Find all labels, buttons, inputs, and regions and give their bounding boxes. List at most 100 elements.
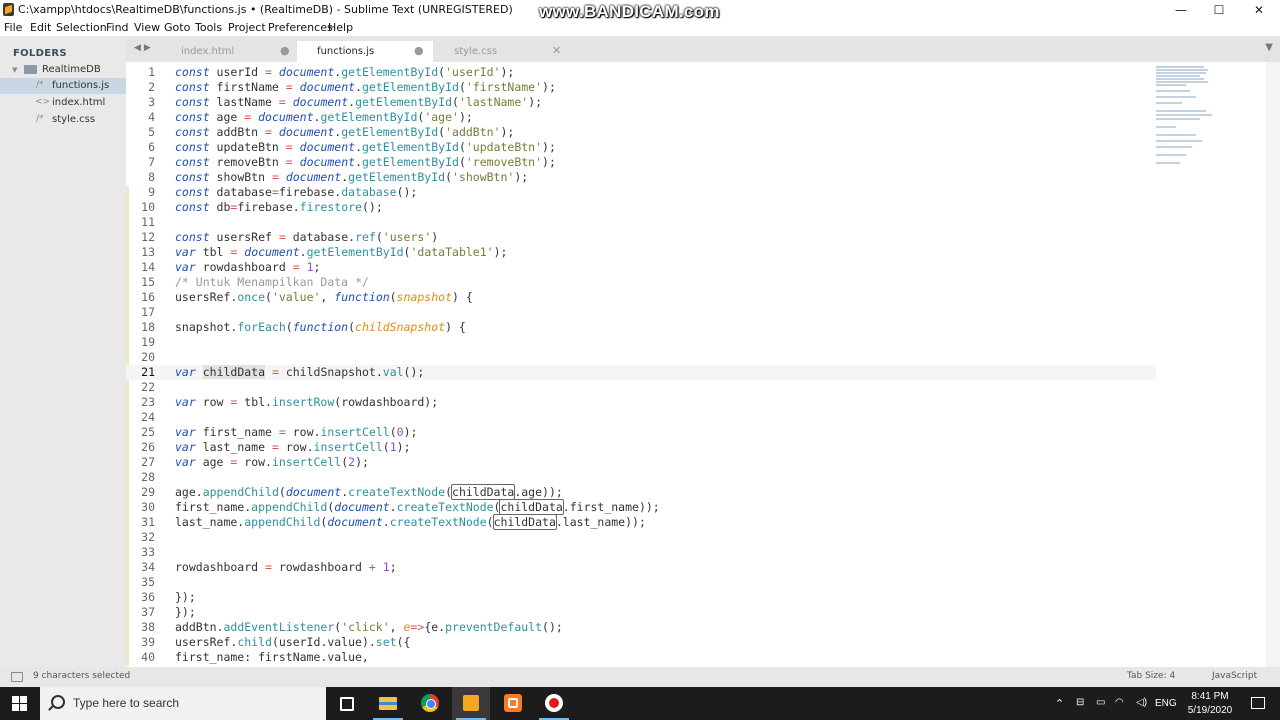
code-line[interactable]: 37}); bbox=[126, 605, 1156, 620]
minimap[interactable] bbox=[1156, 64, 1218, 174]
code-line[interactable]: 13 var tbl = document.getElementById('dat… bbox=[126, 245, 1156, 260]
line-number: 19 bbox=[141, 335, 155, 349]
minimize-button[interactable]: — bbox=[1161, 0, 1201, 20]
menu-preferences[interactable]: Preferences bbox=[268, 21, 333, 34]
code-line[interactable]: 11 bbox=[126, 215, 1156, 230]
code-line[interactable]: 14 var rowdashboard = 1; bbox=[126, 260, 1156, 275]
sublime-text-icon[interactable] bbox=[452, 687, 490, 720]
menu-file[interactable]: File bbox=[4, 21, 22, 34]
code-line[interactable]: 34 rowdashboard = rowdashboard + 1; bbox=[126, 560, 1156, 575]
code-line[interactable]: 32 bbox=[126, 530, 1156, 545]
syntax-indicator[interactable]: JavaScript bbox=[1212, 671, 1257, 681]
menu-project[interactable]: Project bbox=[228, 21, 266, 34]
tab-dirty-dot-icon[interactable]: ● bbox=[414, 44, 424, 57]
menu-find[interactable]: Find bbox=[106, 21, 129, 34]
sidebar-item-index-html[interactable]: <> index.html bbox=[0, 95, 126, 111]
xampp-icon[interactable] bbox=[494, 687, 532, 720]
menu-help[interactable]: Help bbox=[328, 21, 353, 34]
code-line[interactable]: 25 var first_name = row.insertCell(0); bbox=[126, 425, 1156, 440]
line-number: 29 bbox=[141, 485, 155, 499]
volume-icon[interactable]: ◁) bbox=[1136, 697, 1147, 708]
sidebar-item-functions-js[interactable]: /* functions.js bbox=[0, 78, 126, 94]
code-line[interactable]: 15 /* Untuk Menampilkan Data */ bbox=[126, 275, 1156, 290]
taskbar-search-box[interactable]: Type here to search bbox=[40, 687, 326, 720]
code-text: var childData = childSnapshot.val(); bbox=[175, 365, 425, 379]
close-button[interactable]: ✕ bbox=[1239, 0, 1279, 20]
tab-index-html[interactable]: index.html ● bbox=[164, 41, 294, 62]
code-line[interactable]: 38 addBtn.addEventListener('click', e=>{e… bbox=[126, 620, 1156, 635]
code-editor[interactable]: 1 const userId = document.getElementById(… bbox=[126, 62, 1280, 667]
menu-goto[interactable]: Goto bbox=[164, 21, 190, 34]
code-line[interactable]: 18 snapshot.forEach(function(childSnapsho… bbox=[126, 320, 1156, 335]
code-line[interactable]: 1 const userId = document.getElementById(… bbox=[126, 65, 1156, 80]
panel-toggle-icon[interactable] bbox=[11, 672, 23, 682]
code-line[interactable]: 23 var row = tbl.insertRow(rowdashboard); bbox=[126, 395, 1156, 410]
code-line[interactable]: 33 bbox=[126, 545, 1156, 560]
code-line[interactable]: 10 const db=firebase.firestore(); bbox=[126, 200, 1156, 215]
file-explorer-icon[interactable] bbox=[369, 687, 407, 720]
tab-functions-js[interactable]: functions.js ● bbox=[297, 41, 433, 62]
code-line[interactable]: 6 const updateBtn = document.getElementBy… bbox=[126, 140, 1156, 155]
code-text: rowdashboard = rowdashboard + 1; bbox=[175, 560, 397, 574]
code-line[interactable]: 36}); bbox=[126, 590, 1156, 605]
code-line[interactable]: 12 const usersRef = database.ref('users') bbox=[126, 230, 1156, 245]
vertical-scrollbar[interactable] bbox=[1266, 62, 1280, 667]
sidebar-item-label: index.html bbox=[52, 97, 106, 108]
window-title: C:\xampp\htdocs\RealtimeDB\functions.js … bbox=[18, 3, 513, 16]
code-text: const firstName = document.getElementByI… bbox=[175, 80, 556, 94]
tab-close-icon[interactable]: ✕ bbox=[552, 44, 561, 57]
code-line[interactable]: 4 const age = document.getElementById('ag… bbox=[126, 110, 1156, 125]
sidebar-item-style-css[interactable]: /* style.css bbox=[0, 112, 126, 128]
battery-icon[interactable]: ▭ bbox=[1096, 697, 1105, 708]
code-text: usersRef.once('value', function(snapshot… bbox=[175, 290, 473, 304]
taskbar-clock[interactable]: 8:41 PM 5/19/2020 bbox=[1180, 690, 1240, 718]
code-line[interactable]: 16 usersRef.once('value', function(snapsh… bbox=[126, 290, 1156, 305]
notifications-icon[interactable] bbox=[1242, 687, 1272, 720]
line-number: 15 bbox=[141, 275, 155, 289]
code-line[interactable]: 5 const addBtn = document.getElementById(… bbox=[126, 125, 1156, 140]
code-line[interactable]: 22 bbox=[126, 380, 1156, 395]
windows-start-icon[interactable] bbox=[12, 696, 27, 711]
code-line[interactable]: 24 bbox=[126, 410, 1156, 425]
code-line[interactable]: 35 bbox=[126, 575, 1156, 590]
code-line[interactable]: 19 bbox=[126, 335, 1156, 350]
sidebar-folder-realtimedb[interactable]: ▼ RealtimeDB bbox=[0, 62, 126, 78]
tab-dirty-dot-icon[interactable]: ● bbox=[280, 44, 290, 57]
network-icon[interactable]: ⊟ bbox=[1076, 697, 1084, 708]
code-line[interactable]: 8 const showBtn = document.getElementById… bbox=[126, 170, 1156, 185]
code-line[interactable]: 28 bbox=[126, 470, 1156, 485]
code-line[interactable]: 2 const firstName = document.getElementBy… bbox=[126, 80, 1156, 95]
code-line[interactable]: 26 var last_name = row.insertCell(1); bbox=[126, 440, 1156, 455]
menu-view[interactable]: View bbox=[134, 21, 160, 34]
code-line[interactable]: 9 const database=firebase.database(); bbox=[126, 185, 1156, 200]
language-indicator[interactable]: ENG bbox=[1155, 698, 1177, 709]
tab-style-css[interactable]: style.css ✕ bbox=[436, 41, 570, 62]
menu-selection[interactable]: Selection bbox=[56, 21, 107, 34]
code-line[interactable]: 27 var age = row.insertCell(2); bbox=[126, 455, 1156, 470]
code-line[interactable]: 29 age.appendChild(document.createTextNod… bbox=[126, 484, 1156, 500]
tab-size-indicator[interactable]: Tab Size: 4 bbox=[1127, 671, 1175, 681]
code-text: const userId = document.getElementById('… bbox=[175, 65, 515, 79]
tab-menu-chevron-icon[interactable]: ▼ bbox=[1265, 42, 1273, 53]
wifi-icon[interactable]: ◠ bbox=[1115, 697, 1124, 708]
code-line[interactable]: 17 bbox=[126, 305, 1156, 320]
menu-edit[interactable]: Edit bbox=[30, 21, 51, 34]
tray-chevron-up-icon[interactable]: ⌃ bbox=[1055, 697, 1064, 710]
code-line[interactable]: 40 first_name: firstName.value, bbox=[126, 650, 1156, 665]
chevron-down-icon[interactable]: ▼ bbox=[12, 66, 17, 74]
code-line[interactable]: 30 first_name.appendChild(document.create… bbox=[126, 499, 1156, 515]
chrome-icon[interactable] bbox=[411, 687, 449, 720]
maximize-button[interactable]: ☐ bbox=[1199, 0, 1239, 20]
menu-tools[interactable]: Tools bbox=[195, 21, 222, 34]
tab-nav-arrows-icon[interactable]: ◀▶ bbox=[134, 43, 154, 53]
code-line[interactable]: 3 const lastName = document.getElementByI… bbox=[126, 95, 1156, 110]
code-text: age.appendChild(document.createTextNode(… bbox=[175, 484, 563, 500]
code-line[interactable]: 31 last_name.appendChild(document.createT… bbox=[126, 514, 1156, 530]
code-line[interactable]: 39 usersRef.child(userId.value).set({ bbox=[126, 635, 1156, 650]
code-line[interactable]: 20 bbox=[126, 350, 1156, 365]
task-view-icon[interactable] bbox=[328, 687, 366, 720]
line-number: 2 bbox=[148, 80, 155, 94]
bandicam-icon[interactable] bbox=[535, 687, 573, 720]
code-line[interactable]: 21 var childData = childSnapshot.val(); bbox=[126, 365, 1156, 380]
code-line[interactable]: 7 const removeBtn = document.getElementBy… bbox=[126, 155, 1156, 170]
